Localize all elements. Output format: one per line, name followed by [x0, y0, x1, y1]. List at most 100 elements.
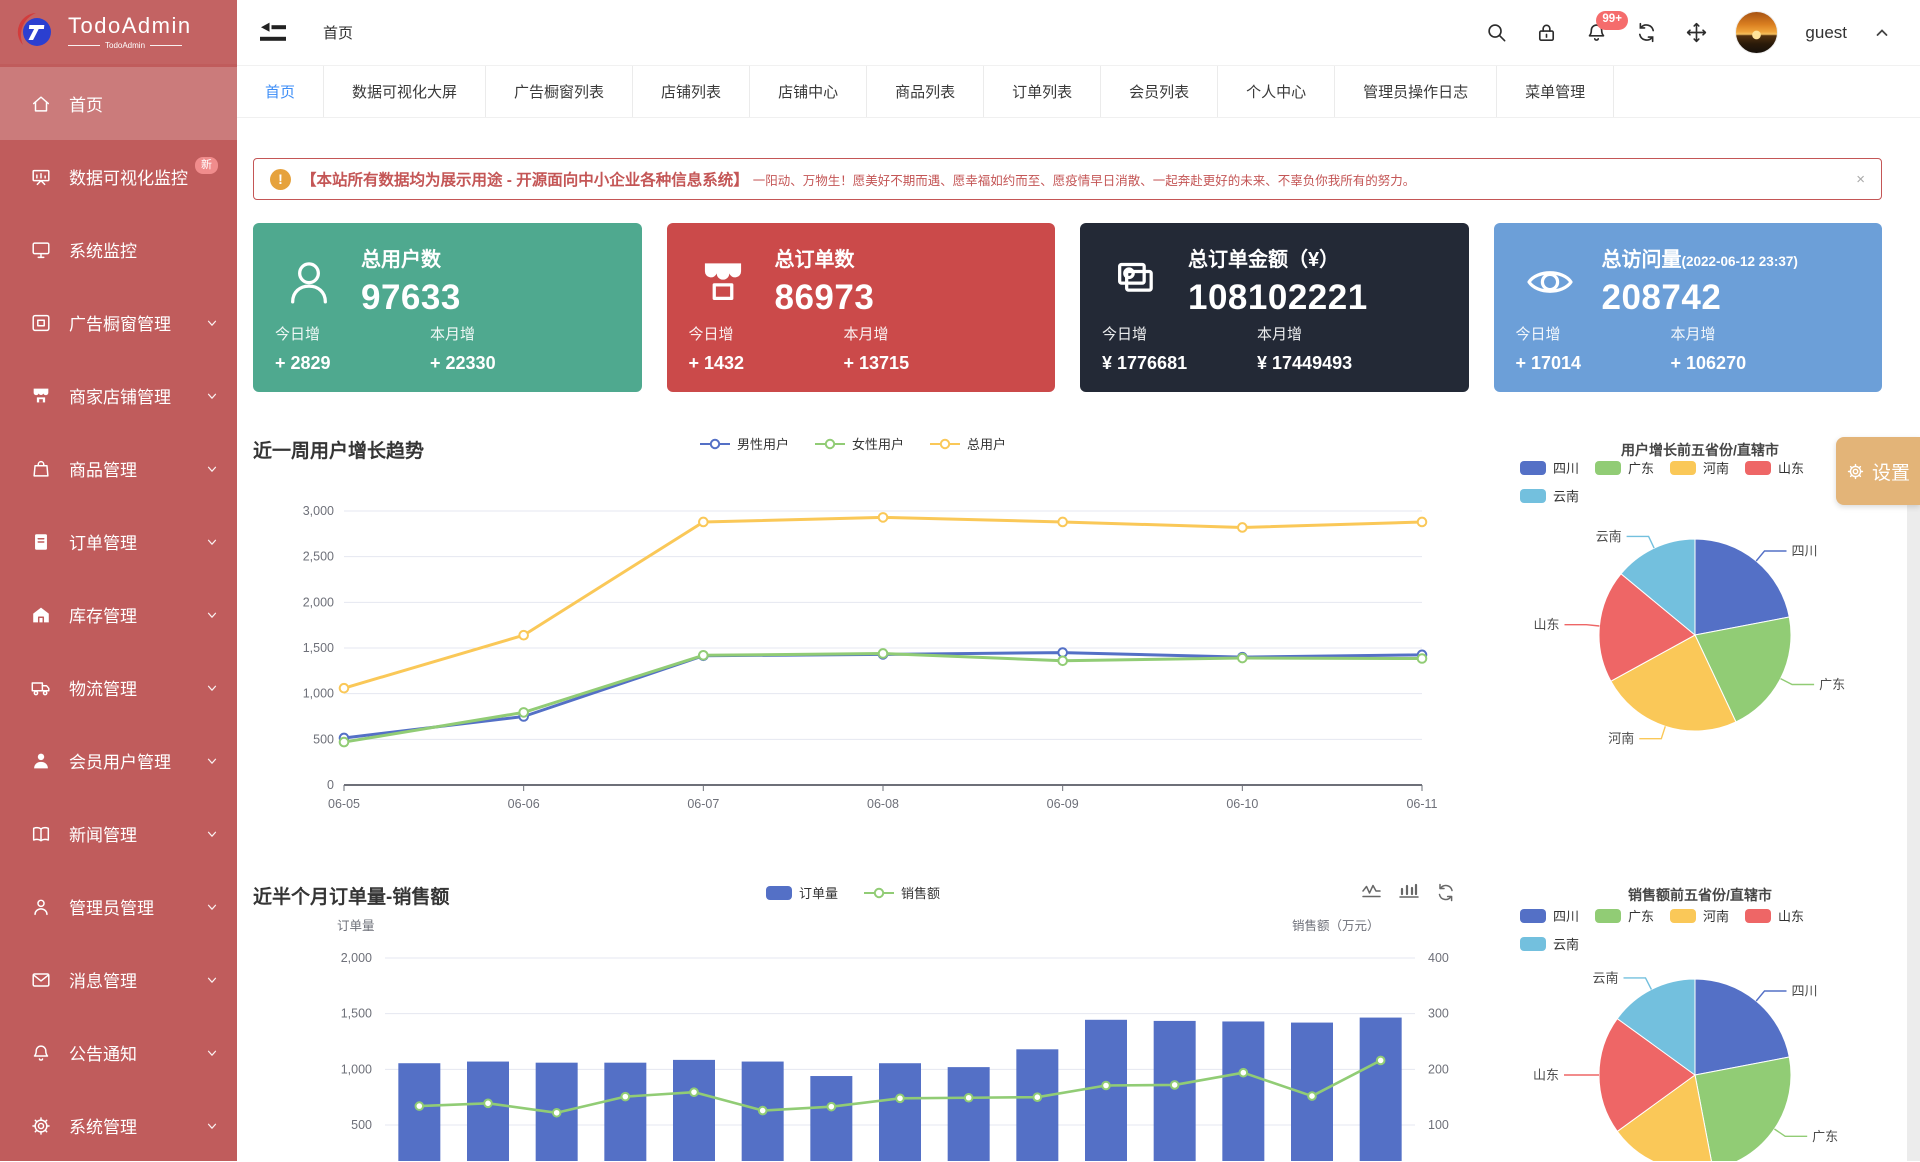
svg-text:100: 100 [1428, 1118, 1449, 1132]
chevron-up-icon[interactable] [1874, 25, 1890, 41]
svg-text:200: 200 [1428, 1062, 1449, 1076]
chevron-down-icon [205, 1046, 219, 1060]
legend-line-marker [864, 886, 894, 900]
stat-cards-row: 总用户数97633今日增+ 2829本月增+ 22330总订单数86973今日增… [253, 223, 1882, 392]
stat-card-today: 今日增+ 1432 [689, 323, 844, 374]
bar-chart: 5001001,0002001,5003002,000400 [260, 940, 1460, 1161]
legend-label: 河南 [1703, 906, 1729, 925]
legend-item-广东[interactable]: 广东 [1595, 906, 1654, 925]
user-avatar[interactable] [1735, 11, 1778, 54]
username[interactable]: guest [1805, 23, 1847, 43]
stat-card-today: 今日增+ 2829 [275, 323, 430, 374]
sidebar-item-members[interactable]: 会员用户管理 [0, 724, 237, 797]
collapse-sidebar-icon[interactable] [260, 21, 286, 45]
line-chart-icon[interactable] [1361, 882, 1382, 903]
eye-icon [1522, 254, 1578, 310]
refresh-icon[interactable] [1635, 21, 1658, 44]
sidebar-item-system[interactable]: 系统管理 [0, 1089, 237, 1162]
app-name: TodoAdmin [68, 14, 192, 38]
tab-goods-list[interactable]: 商品列表 [867, 66, 984, 117]
app-logo-subtitle: TodoAdmin [105, 41, 145, 50]
refresh-icon[interactable] [1435, 882, 1456, 903]
sidebar-item-home[interactable]: 首页 [0, 67, 237, 140]
sidebar-item-inventory[interactable]: 库存管理 [0, 578, 237, 651]
pie-slice-label: 山东 [1533, 1068, 1559, 1083]
sidebar-item-logistics[interactable]: 物流管理 [0, 651, 237, 724]
legend-item-总用户[interactable]: 总用户 [930, 434, 1006, 453]
scrollbar-track[interactable] [1907, 505, 1920, 1161]
settings-button[interactable]: 设置 [1836, 437, 1920, 505]
stat-card-value: 97633 [361, 278, 461, 318]
legend-swatch [1595, 909, 1621, 923]
announcement-alert: ! 【本站所有数据均为展示用途 - 开源面向中小企业各种信息系统】 一阳动、万物… [253, 158, 1882, 200]
notice-icon [30, 1042, 52, 1064]
tab-data-screen[interactable]: 数据可视化大屏 [324, 66, 486, 117]
stat-card-month-label: 本月增 [844, 323, 999, 344]
legend-label: 云南 [1553, 486, 1579, 505]
legend-item-女性用户[interactable]: 女性用户 [815, 434, 904, 453]
sidebar-item-messages[interactable]: 消息管理 [0, 943, 237, 1016]
tab-ad-window-list[interactable]: 广告橱窗列表 [486, 66, 633, 117]
legend-item-山东[interactable]: 山东 [1745, 906, 1804, 925]
sidebar-item-goods[interactable]: 商品管理 [0, 432, 237, 505]
stat-card-month-label: 本月增 [430, 323, 585, 344]
legend-line-marker [700, 437, 730, 451]
tab-order-list[interactable]: 订单列表 [984, 66, 1101, 117]
sidebar-item-news[interactable]: 新闻管理 [0, 797, 237, 870]
legend-label: 广东 [1628, 458, 1654, 477]
sidebar-item-label: 库存管理 [69, 602, 137, 627]
tab-admin-log[interactable]: 管理员操作日志 [1335, 66, 1497, 117]
alert-bold-text: 【本站所有数据均为展示用途 - 开源面向中小企业各种信息系统】 [301, 168, 749, 190]
legend-item-云南[interactable]: 云南 [1520, 934, 1579, 953]
stat-card-month-value: + 22330 [430, 353, 585, 374]
legend-item-云南[interactable]: 云南 [1520, 486, 1579, 505]
sidebar-item-ad-window[interactable]: 广告橱窗管理 [0, 286, 237, 359]
stat-card-month: 本月增¥ 17449493 [1257, 323, 1412, 374]
tab-home[interactable]: 首页 [237, 66, 324, 117]
sidebar-item-notices[interactable]: 公告通知 [0, 1016, 237, 1089]
legend-item-四川[interactable]: 四川 [1520, 906, 1579, 925]
legend-item-山东[interactable]: 山东 [1745, 458, 1804, 477]
bar-chart-icon[interactable] [1398, 882, 1419, 903]
warehouse-icon [30, 604, 52, 626]
chevron-down-icon [205, 900, 219, 914]
tab-profile[interactable]: 个人中心 [1218, 66, 1335, 117]
tab-member-list[interactable]: 会员列表 [1101, 66, 1218, 117]
bar [810, 1076, 852, 1161]
legend-item-男性用户[interactable]: 男性用户 [700, 434, 789, 453]
sidebar-item-label: 新闻管理 [69, 821, 137, 846]
tab-shop-list[interactable]: 店铺列表 [633, 66, 750, 117]
sidebar-item-label: 商家店铺管理 [69, 383, 171, 408]
sidebar-item-label: 公告通知 [69, 1040, 137, 1065]
legend-item-河南[interactable]: 河南 [1670, 906, 1729, 925]
legend-swatch [1520, 937, 1546, 951]
sidebar-item-data-visual-monitor[interactable]: 数据可视化监控新 [0, 140, 237, 213]
chevron-down-icon [205, 754, 219, 768]
sidebar-item-system-monitor[interactable]: 系统监控 [0, 213, 237, 286]
sidebar-item-admins[interactable]: 管理员管理 [0, 870, 237, 943]
tab-menu-manage[interactable]: 菜单管理 [1497, 66, 1614, 117]
app-logo[interactable]: TodoAdmin TodoAdmin [0, 0, 237, 64]
legend-label: 广东 [1628, 906, 1654, 925]
bell-icon[interactable]: 99+ [1585, 21, 1608, 44]
legend-item-四川[interactable]: 四川 [1520, 458, 1579, 477]
legend-item-销售额[interactable]: 销售额 [864, 883, 940, 902]
sidebar-item-merchant-shop[interactable]: 商家店铺管理 [0, 359, 237, 432]
lock-icon[interactable] [1535, 21, 1558, 44]
alert-close-icon[interactable]: × [1844, 171, 1865, 188]
sidebar-item-orders[interactable]: 订单管理 [0, 505, 237, 578]
user-icon [281, 254, 337, 310]
gear-icon [1846, 462, 1865, 481]
legend-item-广东[interactable]: 广东 [1595, 458, 1654, 477]
stat-card-today-label: 今日增 [1102, 323, 1257, 344]
sidebar-item-label: 物流管理 [69, 675, 137, 700]
tab-shop-center[interactable]: 店铺中心 [750, 66, 867, 117]
pie-slice-label: 山东 [1533, 617, 1559, 632]
search-icon[interactable] [1485, 21, 1508, 44]
sidebar: TodoAdmin TodoAdmin 首页数据可视化监控新系统监控广告橱窗管理… [0, 0, 237, 1161]
move-icon[interactable] [1685, 21, 1708, 44]
legend-swatch [1520, 909, 1546, 923]
legend-item-河南[interactable]: 河南 [1670, 458, 1729, 477]
sidebar-item-label: 订单管理 [69, 529, 137, 554]
legend-item-订单量[interactable]: 订单量 [766, 883, 838, 902]
